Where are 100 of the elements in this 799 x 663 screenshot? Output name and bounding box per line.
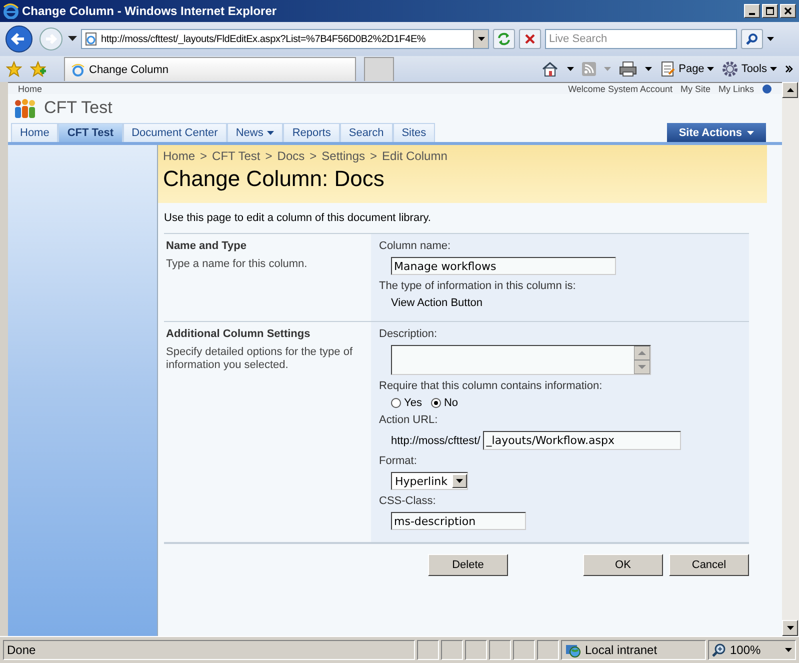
status-text: Done bbox=[3, 640, 415, 660]
field-label: CSS-Class: bbox=[379, 495, 437, 507]
status-panel bbox=[513, 640, 535, 660]
search-field[interactable]: Live Search bbox=[545, 29, 737, 49]
top-link[interactable]: My Links bbox=[718, 84, 754, 94]
field-label: Action URL: bbox=[379, 414, 439, 426]
address-field[interactable]: http://moss/cfttest/_layouts/FldEditEx.aspx?List=%7B4F56D0B2%2D1F4E% bbox=[81, 29, 489, 49]
nav-tab[interactable]: News bbox=[226, 123, 284, 142]
nav-tab[interactable]: Sites bbox=[392, 123, 436, 142]
field-value: View Action Button bbox=[391, 297, 483, 309]
nav-tab[interactable]: Reports bbox=[283, 123, 340, 142]
dropdown-arrow-icon bbox=[785, 648, 792, 652]
status-panel bbox=[489, 640, 511, 660]
delete-button[interactable]: Delete bbox=[428, 554, 508, 576]
page-title: Change Column: Docs bbox=[163, 166, 386, 192]
ie-logo-icon bbox=[3, 3, 19, 19]
search-icon bbox=[746, 33, 758, 45]
breadcrumb-link[interactable]: Home bbox=[163, 149, 196, 163]
breadcrumb-link[interactable]: Docs bbox=[277, 149, 305, 163]
dropdown-arrow-icon[interactable] bbox=[68, 36, 77, 42]
field-label: Require that this column contains information: bbox=[379, 380, 604, 392]
menu-button[interactable]: Tools bbox=[722, 61, 777, 77]
page-icon bbox=[71, 62, 85, 76]
minimize-button[interactable] bbox=[744, 4, 760, 18]
page-icon bbox=[660, 61, 676, 77]
status-panel bbox=[441, 640, 463, 660]
stop-icon bbox=[524, 33, 536, 45]
top-link[interactable]: My Site bbox=[680, 84, 710, 94]
breadcrumb-separator: > bbox=[310, 149, 317, 163]
add-favorite-icon[interactable] bbox=[30, 61, 46, 77]
text-field[interactable]: Manage workflows bbox=[391, 257, 616, 275]
nav-tab[interactable]: Document Center bbox=[122, 123, 227, 142]
status-panel bbox=[537, 640, 559, 660]
field-label: Format: bbox=[379, 455, 418, 467]
welcome-menu[interactable]: Welcome System Account bbox=[568, 84, 672, 94]
section-description: Specify detailed options for the type of information you selected. bbox=[166, 346, 354, 372]
close-button[interactable] bbox=[780, 4, 796, 18]
gear-icon bbox=[722, 61, 738, 77]
radio-button[interactable]: No bbox=[430, 397, 458, 409]
zoom-button[interactable]: 100% bbox=[708, 640, 796, 660]
scroll-up-button[interactable] bbox=[782, 82, 798, 98]
maximize-button[interactable] bbox=[762, 4, 778, 18]
section-title: Name and Type bbox=[166, 240, 248, 252]
refresh-icon bbox=[497, 32, 511, 46]
dropdown-arrow-icon bbox=[456, 479, 463, 483]
dropdown-arrow-icon[interactable] bbox=[566, 67, 574, 71]
scrollbar-icon bbox=[634, 346, 650, 374]
stop-button[interactable] bbox=[519, 29, 541, 49]
breadcrumb-separator: > bbox=[265, 149, 272, 163]
text-field[interactable]: ms-description bbox=[391, 512, 526, 530]
home-link[interactable]: Home bbox=[18, 84, 42, 94]
browser-tab[interactable]: Change Column bbox=[64, 57, 356, 81]
field-label: The type of information in this column is: bbox=[379, 280, 577, 292]
globe-icon bbox=[565, 642, 581, 658]
nav-tab[interactable]: CFT Test bbox=[58, 123, 123, 142]
status-panel bbox=[465, 640, 487, 660]
radio-button[interactable]: Yes bbox=[391, 397, 422, 409]
nav-tab[interactable]: Home bbox=[11, 123, 58, 142]
text-area[interactable] bbox=[391, 345, 651, 375]
status-panel bbox=[417, 640, 439, 660]
form-button[interactable]: OK bbox=[583, 554, 663, 576]
nav-tab[interactable]: Search bbox=[340, 123, 393, 142]
close-icon bbox=[784, 7, 792, 15]
breadcrumb-separator: > bbox=[370, 149, 378, 163]
site-title: CFT Test bbox=[44, 98, 112, 118]
dropdown-arrow-icon[interactable] bbox=[767, 37, 774, 41]
dropdown-arrow-icon bbox=[770, 67, 777, 71]
dropdown-arrow-icon bbox=[747, 130, 754, 134]
window-title: Change Column - Windows Internet Explorer bbox=[22, 4, 278, 18]
section-title: Additional Column Settings bbox=[166, 328, 312, 340]
page-icon bbox=[84, 32, 98, 46]
chevron-icon[interactable] bbox=[785, 65, 793, 73]
favorites-star-icon[interactable] bbox=[6, 61, 22, 77]
breadcrumb-link[interactable]: CFT Test bbox=[212, 149, 260, 163]
breadcrumb-link[interactable]: Settings bbox=[322, 149, 365, 163]
search-button[interactable] bbox=[741, 29, 763, 49]
dropdown-arrow-icon bbox=[707, 67, 714, 71]
text-field[interactable]: _layouts/Workflow.aspx bbox=[483, 431, 682, 450]
url-prefix: http://moss/cfttest/ bbox=[391, 434, 480, 446]
zoom-icon bbox=[712, 643, 726, 657]
breadcrumb-separator: > bbox=[200, 149, 208, 163]
zone-label: Local intranet bbox=[585, 643, 658, 657]
intro-text: Use this page to edit a column of this document library. bbox=[163, 211, 432, 226]
section-description: Type a name for this column. bbox=[166, 258, 308, 271]
menu-button[interactable]: Page bbox=[660, 61, 714, 77]
dropdown-arrow-icon[interactable] bbox=[644, 67, 652, 71]
back-button[interactable] bbox=[4, 24, 34, 54]
site-actions-button[interactable]: Site Actions bbox=[666, 123, 766, 142]
format-dropdown[interactable]: Hyperlink bbox=[391, 472, 468, 490]
dropdown-arrow-icon[interactable] bbox=[478, 37, 484, 41]
print-icon[interactable] bbox=[618, 61, 637, 77]
home-icon[interactable] bbox=[540, 61, 559, 77]
down-arrow-icon bbox=[786, 626, 794, 630]
up-arrow-icon bbox=[786, 88, 794, 92]
field-label: Description: bbox=[379, 328, 438, 340]
people-logo-icon bbox=[12, 97, 38, 119]
refresh-button[interactable] bbox=[493, 29, 515, 49]
scroll-down-button[interactable] bbox=[782, 620, 798, 636]
maximize-icon bbox=[766, 7, 774, 15]
form-button[interactable]: Cancel bbox=[669, 554, 749, 576]
